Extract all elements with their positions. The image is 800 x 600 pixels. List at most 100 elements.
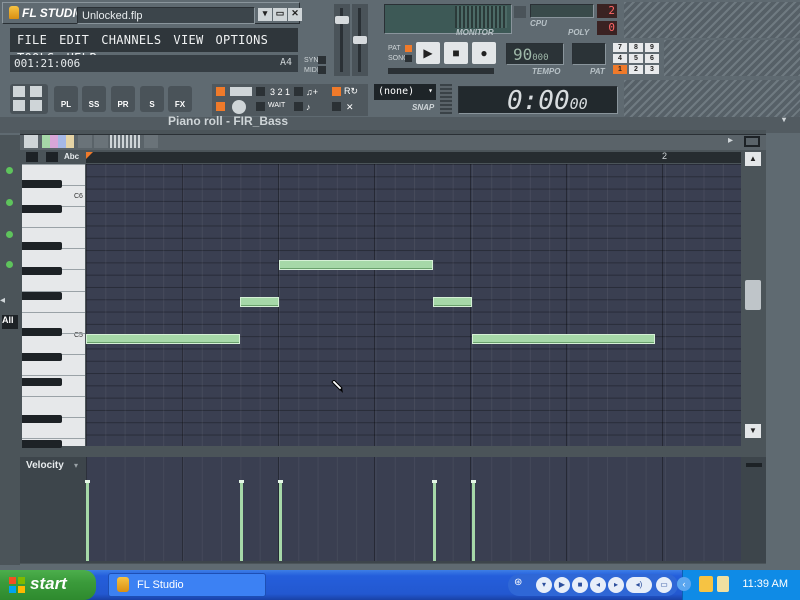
black-key[interactable] (22, 440, 62, 448)
black-key[interactable] (22, 353, 62, 361)
save-icon[interactable] (30, 86, 42, 97)
scroll-left-icon[interactable]: ◂ (0, 295, 16, 309)
record-button[interactable]: ● (472, 42, 496, 64)
playhead-marker[interactable] (86, 152, 93, 159)
midi-export-icon[interactable] (30, 100, 42, 111)
all-channels-tab[interactable]: All (2, 315, 18, 329)
menu-dropdown-icon[interactable]: ▾ (536, 577, 552, 593)
velocity-bar[interactable] (85, 479, 90, 561)
keyboard-icon[interactable] (230, 87, 252, 96)
close-button[interactable]: ✕ (288, 8, 302, 21)
abc-button[interactable]: Abc (64, 152, 79, 161)
main-pitch-fader[interactable] (352, 4, 368, 76)
loop-record-toggle[interactable] (294, 102, 303, 111)
midi-toggle[interactable] (318, 66, 326, 74)
safely-remove-icon[interactable] (699, 576, 713, 592)
channel-led-1[interactable] (6, 167, 13, 174)
export-icon[interactable] (13, 100, 25, 111)
scroll-right-icon[interactable]: ▸ (728, 135, 733, 146)
pattern-button-6[interactable]: 6 (645, 54, 659, 63)
media-play-icon[interactable]: ▶ (554, 577, 570, 593)
time-display[interactable]: 0:0000 (458, 86, 618, 115)
show-hidden-icons-icon[interactable]: ‹ (677, 577, 691, 591)
note-c5[interactable] (86, 334, 241, 345)
black-key[interactable] (22, 415, 62, 423)
scroll-up-icon[interactable]: ▲ (745, 152, 761, 166)
step-edit-toggle[interactable] (216, 102, 225, 111)
vertical-scrollbar[interactable]: ▲ ▼ (743, 152, 763, 448)
blend-toggle[interactable] (294, 87, 303, 96)
pattern-button-4[interactable]: 4 (613, 54, 627, 63)
monitor-toggle[interactable] (514, 6, 526, 18)
velocity-label[interactable]: Velocity (26, 460, 64, 471)
timeline-ruler[interactable]: 2 (86, 151, 741, 163)
media-player-icon[interactable]: ⊛ (514, 577, 532, 593)
minimize-button[interactable]: ▾ (258, 8, 272, 21)
velocity-area[interactable] (85, 457, 741, 561)
black-key[interactable] (22, 328, 62, 336)
black-key[interactable] (22, 378, 62, 386)
scroll-down-icon[interactable]: ▼ (745, 424, 761, 438)
maximize-button[interactable]: ▭ (273, 8, 287, 21)
note-e5[interactable] (240, 297, 279, 308)
collapse-icon[interactable] (746, 463, 762, 467)
open-icon[interactable] (13, 86, 25, 97)
channel-led-4[interactable] (6, 261, 13, 268)
velocity-bar[interactable] (432, 479, 438, 561)
note-grid[interactable] (86, 164, 741, 446)
start-button[interactable]: start (0, 570, 96, 600)
velocity-bar[interactable] (278, 479, 283, 561)
syn-toggle[interactable] (318, 56, 326, 64)
list-icon[interactable] (46, 152, 58, 162)
media-prev-icon[interactable]: ◂ (590, 577, 606, 593)
song-position-slider[interactable] (388, 68, 494, 74)
pattern-button-9[interactable]: 9 (645, 43, 659, 52)
chevron-down-icon[interactable]: ▾ (74, 461, 78, 470)
media-stop-icon[interactable]: ■ (572, 577, 588, 593)
black-key[interactable] (22, 242, 62, 250)
velocity-bar[interactable] (239, 479, 245, 561)
pattern-button-3[interactable]: 3 (645, 65, 659, 74)
black-key[interactable] (22, 267, 62, 275)
note-g5[interactable] (279, 260, 434, 271)
taskbar-item-fl-studio[interactable]: FL Studio (108, 573, 266, 597)
volume-tray-icon[interactable] (717, 576, 729, 592)
volume-icon[interactable]: ◂) (626, 577, 652, 593)
countdown-toggle[interactable] (256, 87, 265, 96)
playlist-button[interactable]: PL (54, 86, 78, 112)
pattern-button-1[interactable]: 1 (613, 65, 627, 74)
song-mode-radio[interactable] (405, 55, 412, 62)
black-key[interactable] (22, 292, 62, 300)
channel-led-2[interactable] (6, 199, 13, 206)
black-key[interactable] (22, 205, 62, 213)
record-automation-toggle[interactable] (332, 87, 341, 96)
play-button[interactable]: ▶ (416, 42, 440, 64)
pat-mode-radio[interactable] (405, 45, 412, 52)
scrollbar-thumb[interactable] (745, 280, 761, 310)
restore-icon[interactable]: ▭ (656, 577, 672, 593)
media-next-icon[interactable]: ▸ (608, 577, 624, 593)
menu-view[interactable]: VIEW (170, 31, 206, 49)
snap-selector[interactable]: (none) ▾ (374, 84, 436, 100)
metronome-icon[interactable] (232, 100, 246, 114)
multilink-toggle[interactable] (332, 102, 341, 111)
tempo-display[interactable]: 90000 (506, 43, 564, 65)
note-c5[interactable] (472, 334, 656, 345)
menu-channels[interactable]: CHANNELS (98, 31, 164, 49)
piano-roll-button[interactable]: PR (111, 86, 135, 112)
menu-edit[interactable]: EDIT (56, 31, 92, 49)
scroll-left-icon[interactable]: ◂ (24, 135, 29, 146)
menu-options[interactable]: OPTIONS (213, 31, 272, 49)
chevron-down-icon[interactable]: ▾ (782, 115, 786, 124)
piano-keyboard[interactable]: C6 C5 (22, 164, 85, 524)
typing-keyboard-toggle[interactable] (216, 87, 225, 96)
main-volume-fader[interactable] (334, 4, 350, 76)
note-e5[interactable] (433, 297, 472, 308)
stop-button[interactable]: ■ (444, 42, 468, 64)
pattern-button-7[interactable]: 7 (613, 43, 627, 52)
pattern-button-2[interactable]: 2 (629, 65, 643, 74)
sample-browser-button[interactable]: S (140, 86, 164, 112)
wait-toggle[interactable] (256, 102, 265, 111)
menu-file[interactable]: FILE (14, 31, 50, 49)
black-key[interactable] (22, 180, 62, 188)
